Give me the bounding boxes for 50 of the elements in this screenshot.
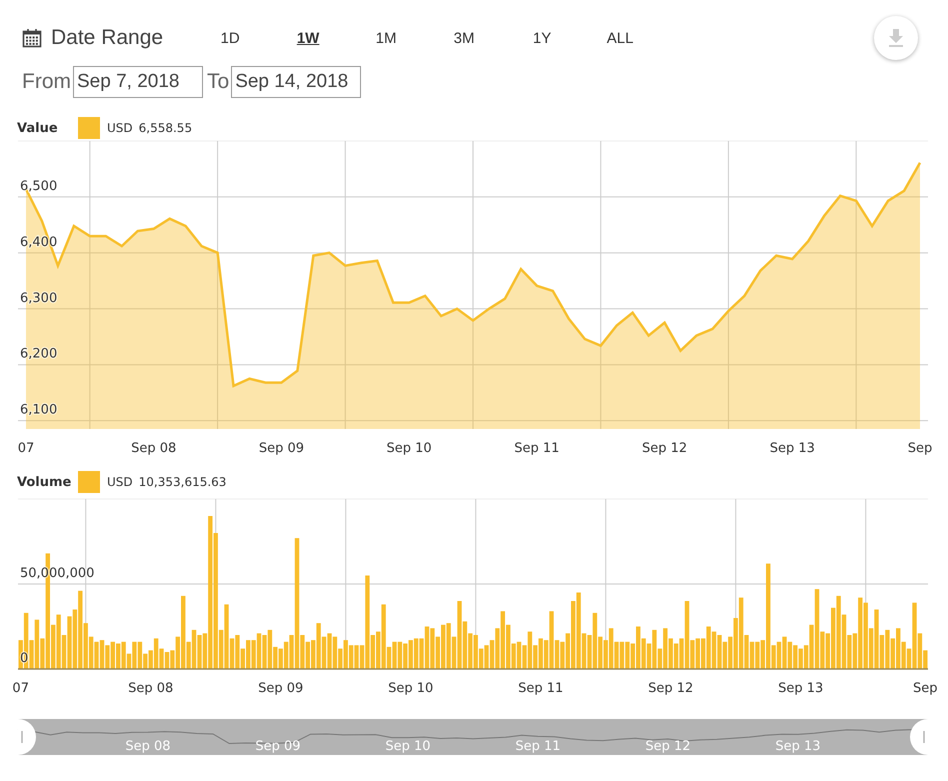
legend-value: 10,353,615.63 [138, 475, 226, 489]
x-axis-label: Sep 10 [388, 681, 434, 696]
legend-currency: USD [107, 475, 133, 489]
download-button[interactable] [874, 16, 918, 60]
navigator-label: Sep 13 [775, 739, 821, 754]
y-axis-label: 6,500 [20, 178, 58, 194]
calendar-icon [22, 28, 42, 48]
navigator-label: Sep 10 [385, 739, 431, 754]
navigator-label: Sep 08 [125, 739, 171, 754]
value-title: Value [17, 120, 59, 136]
x-axis-label: Sep 09 [258, 441, 304, 456]
legend-swatch [78, 117, 100, 139]
y-axis-label: 6,200 [20, 346, 58, 362]
range-tab[interactable]: 1Y [503, 30, 582, 46]
range-tab[interactable]: 1D [191, 30, 270, 46]
range-tab[interactable]: ALL [581, 30, 660, 46]
legend-value: 6,558.55 [138, 121, 192, 135]
right-handle[interactable] [910, 719, 928, 755]
x-axis-label: 07 [12, 681, 29, 696]
volume-title: Volume [17, 474, 72, 490]
x-axis-label: Sep 08 [131, 441, 176, 456]
x-axis-label: Sep 12 [648, 681, 694, 696]
range-tab[interactable]: 1W [269, 30, 348, 46]
date-range-label: Date Range [51, 26, 164, 50]
to-date-field[interactable]: Sep 14, 2018 [231, 66, 362, 98]
left-handle[interactable] [18, 719, 36, 755]
legend-swatch [78, 471, 100, 493]
x-axis-label: Sep 10 [386, 441, 432, 456]
to-label: To [207, 70, 230, 94]
from-label: From [22, 70, 71, 94]
y-axis-label: 6,100 [20, 402, 58, 418]
legend-currency: USD [107, 121, 133, 135]
x-axis-label: Sep 08 [128, 681, 174, 696]
navigator-label: Sep 11 [515, 739, 561, 754]
download-icon [888, 29, 904, 47]
x-axis-label: 07 [18, 441, 34, 456]
from-date-field[interactable]: Sep 7, 2018 [73, 66, 203, 98]
x-axis-label: Sep 13 [778, 681, 824, 696]
x-axis-label: Sep [908, 441, 932, 456]
x-axis-label: Sep 12 [642, 441, 688, 456]
range-tab[interactable]: 3M [425, 30, 504, 46]
x-axis-label: Sep 13 [770, 441, 815, 456]
x-axis-label: Sep 09 [258, 681, 304, 696]
x-axis-label: Sep [913, 681, 938, 696]
navigator-label: Sep 12 [645, 739, 691, 754]
navigator-label: Sep 09 [255, 739, 301, 754]
y-axis-label: 6,300 [20, 290, 58, 306]
x-axis-label: Sep 11 [514, 441, 560, 456]
range-tab[interactable]: 1M [347, 30, 426, 46]
x-axis-label: Sep 11 [518, 681, 564, 696]
